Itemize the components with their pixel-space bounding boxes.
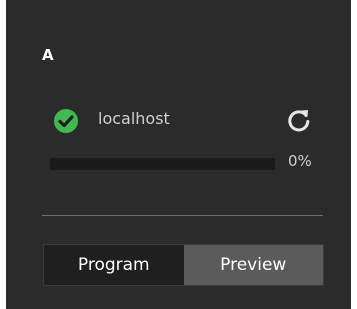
host-name: localhost <box>98 109 170 128</box>
panel-title: A <box>42 46 54 64</box>
check-circle-icon <box>53 108 79 134</box>
progress-bar <box>50 158 275 170</box>
tab-program[interactable]: Program <box>44 245 184 285</box>
refresh-icon[interactable] <box>285 106 313 134</box>
host-row: localhost <box>53 108 333 134</box>
connection-panel: A localhost 0% Program Preview <box>6 0 351 309</box>
divider <box>42 215 323 216</box>
output-tabs: Program Preview <box>43 244 324 286</box>
progress-percentage: 0% <box>288 152 312 170</box>
tab-preview[interactable]: Preview <box>183 245 323 285</box>
